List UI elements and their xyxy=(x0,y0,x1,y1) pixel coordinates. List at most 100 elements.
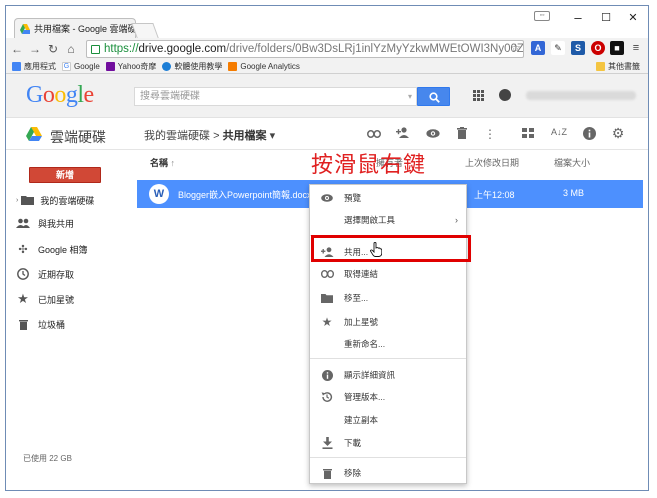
menu-divider xyxy=(310,457,466,458)
search-options-icon[interactable]: ▾ xyxy=(408,88,412,106)
sort-az-icon[interactable]: A↓Z xyxy=(551,127,567,137)
address-bar[interactable]: https://drive.google.com/drive/folders/0… xyxy=(86,40,524,58)
history-icon xyxy=(320,391,334,403)
drive-header: 雲端硬碟 我的雲端硬碟 > 共用檔案 ▾ ⋮ A↓Z ⚙ xyxy=(6,118,648,150)
translate-extension-icon[interactable]: A xyxy=(531,41,545,55)
s-extension-icon[interactable]: S xyxy=(571,41,585,55)
apps-launcher-icon[interactable] xyxy=(473,90,484,104)
bookmark-analytics[interactable]: Google Analytics xyxy=(228,62,300,71)
menu-item-details[interactable]: 顯示詳細資訊 xyxy=(310,365,466,385)
tutorial-site-icon xyxy=(162,62,172,71)
share-icon[interactable] xyxy=(395,127,411,141)
menu-icon[interactable]: ≡ xyxy=(629,41,643,55)
column-header-modified[interactable]: 上次修改日期 xyxy=(465,156,519,169)
google-header: Google 搜尋雲端硬碟 ▾ xyxy=(6,74,648,118)
google-g-icon: G xyxy=(62,62,71,71)
get-link-icon[interactable] xyxy=(366,127,382,141)
file-size: 3 MB xyxy=(563,188,585,198)
preview-icon[interactable] xyxy=(425,127,441,141)
bookmark-star-icon[interactable]: ☆ xyxy=(510,41,521,55)
menu-item-rename[interactable]: 重新命名... xyxy=(310,334,466,354)
title-bar: 共用檔案 - Google 雲端硬 × ◦◦ – ☐ ✕ xyxy=(6,6,648,38)
forward-icon[interactable]: → xyxy=(28,42,42,56)
menu-item-add-star[interactable]: ★ 加上星號 xyxy=(310,312,466,332)
menu-item-open-with[interactable]: 選擇開啟工具 › xyxy=(310,210,466,230)
notifications-icon[interactable] xyxy=(499,89,511,101)
yahoo-icon xyxy=(105,62,115,71)
sidebar-item-photos[interactable]: ✣ Google 相簿 xyxy=(16,241,87,257)
maximize-button[interactable]: ☐ xyxy=(591,11,621,24)
storage-usage[interactable]: 已使用 22 GB xyxy=(23,453,72,464)
bookmarks-bar: 應用程式 G Google Yahoo奇摩 軟體使用教學 Google Analy… xyxy=(6,60,648,74)
menu-item-move-to[interactable]: 移至... xyxy=(310,288,466,308)
hand-cursor-icon xyxy=(370,242,383,260)
expand-arrow-icon[interactable]: › xyxy=(16,197,18,204)
puzzle-extension-icon[interactable]: ✎ xyxy=(551,41,565,55)
new-button[interactable]: 新增 xyxy=(29,167,101,183)
annotation-text: 按滑鼠右鍵 xyxy=(311,153,427,178)
menu-item-remove[interactable]: 移除 xyxy=(310,463,466,483)
details-info-icon[interactable] xyxy=(581,127,597,143)
bookmark-apps[interactable]: 應用程式 xyxy=(12,61,56,72)
breadcrumb-parent[interactable]: 我的雲端硬碟 xyxy=(144,130,210,142)
drive-folder-icon xyxy=(20,194,34,206)
sidebar-item-shared[interactable]: 與我共用 xyxy=(16,215,74,231)
menu-item-manage-versions[interactable]: 管理版本... xyxy=(310,387,466,407)
word-doc-icon: W xyxy=(149,184,169,204)
column-header-size[interactable]: 檔案大小 xyxy=(554,156,590,169)
new-tab-button[interactable] xyxy=(131,23,159,38)
url-host: drive.google.com xyxy=(138,43,227,55)
bookmark-tutorial[interactable]: 軟體使用教學 xyxy=(162,61,222,72)
google-logo[interactable]: Google xyxy=(26,82,94,109)
minimize-button[interactable]: – xyxy=(563,10,593,25)
close-window-button[interactable]: ✕ xyxy=(618,11,648,24)
sidebar-item-recent[interactable]: 近期存取 xyxy=(16,266,74,282)
sidebar-item-starred[interactable]: ★ 已加星號 xyxy=(16,291,74,307)
trash-icon xyxy=(320,468,334,479)
link-icon xyxy=(320,270,334,278)
drive-logo-icon xyxy=(26,127,42,144)
pinwheel-icon: ✣ xyxy=(18,243,28,256)
star-icon: ★ xyxy=(17,291,29,306)
menu-item-make-copy[interactable]: 建立副本 xyxy=(310,410,466,430)
drive-search-input[interactable]: 搜尋雲端硬碟 ▾ xyxy=(134,87,417,106)
folder-icon xyxy=(596,62,605,71)
menu-item-download[interactable]: 下載 xyxy=(310,433,466,453)
profile-badge-icon[interactable]: ◦◦ xyxy=(534,11,550,21)
dark-extension-icon[interactable]: ■ xyxy=(610,41,624,55)
info-icon xyxy=(320,369,334,381)
opera-extension-icon[interactable]: O xyxy=(591,41,605,55)
settings-gear-icon[interactable]: ⚙ xyxy=(610,125,626,142)
search-icon xyxy=(429,92,440,103)
breadcrumb-current[interactable]: 共用檔案 xyxy=(223,130,267,142)
reload-icon[interactable]: ↻ xyxy=(46,42,60,56)
drive-title[interactable]: 雲端硬碟 xyxy=(50,127,106,147)
bookmark-google[interactable]: G Google xyxy=(62,62,100,71)
account-area[interactable] xyxy=(526,91,636,100)
drive-favicon-icon xyxy=(20,23,30,34)
home-icon[interactable]: ⌂ xyxy=(64,42,78,56)
breadcrumb-caret-icon[interactable]: ▾ xyxy=(270,130,276,142)
context-menu: 預覽 選擇開啟工具 › 共用... 取得連結 移至... ★ 加上星號 重新命名… xyxy=(309,184,467,484)
clock-icon xyxy=(16,268,30,280)
menu-item-preview[interactable]: 預覽 xyxy=(310,188,466,208)
browser-tab[interactable]: 共用檔案 - Google 雲端硬 × xyxy=(14,18,136,38)
bookmark-other[interactable]: 其他書籤 xyxy=(596,61,640,72)
eye-icon xyxy=(320,194,334,202)
url-scheme: https:// xyxy=(104,43,139,55)
back-icon[interactable]: ← xyxy=(10,42,24,56)
breadcrumb: 我的雲端硬碟 > 共用檔案 ▾ xyxy=(144,127,275,143)
trash-icon xyxy=(16,318,30,330)
file-name: Blogger嵌入Powerpoint簡報.docx xyxy=(178,190,312,200)
column-header-name[interactable]: 名稱 ↑ xyxy=(150,156,175,169)
sidebar-item-my-drive[interactable]: › 我的雲端硬碟 xyxy=(16,192,94,208)
sort-arrow-icon: ↑ xyxy=(170,158,176,168)
grid-view-icon[interactable] xyxy=(520,127,536,141)
more-actions-icon[interactable]: ⋮ xyxy=(482,127,498,141)
folder-icon xyxy=(320,293,334,303)
trash-icon[interactable] xyxy=(454,127,470,142)
search-button[interactable] xyxy=(417,87,450,106)
menu-item-get-link[interactable]: 取得連結 xyxy=(310,264,466,284)
bookmark-yahoo[interactable]: Yahoo奇摩 xyxy=(105,61,156,72)
sidebar-item-trash[interactable]: 垃圾桶 xyxy=(16,316,65,332)
